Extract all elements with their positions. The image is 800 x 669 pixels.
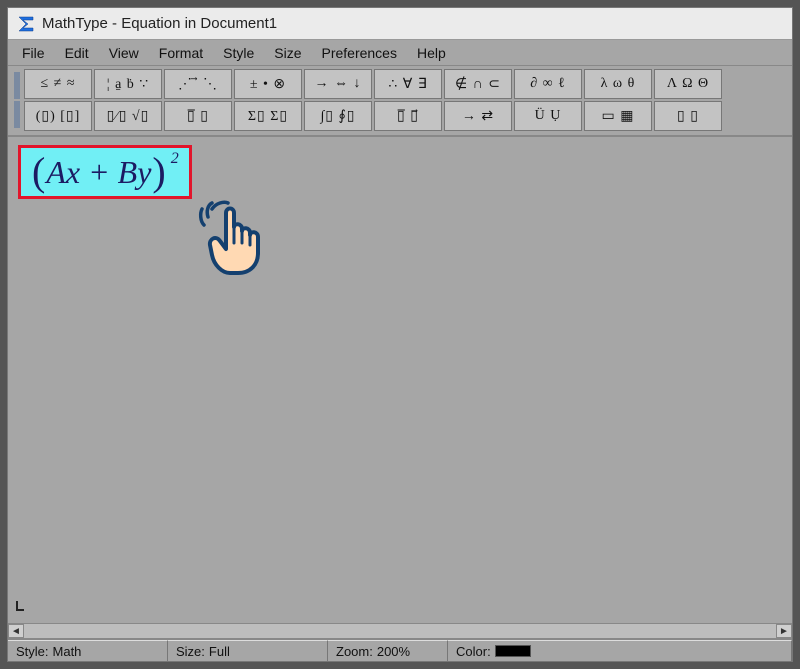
color-swatch: [495, 645, 531, 657]
status-style[interactable]: Style: Math: [8, 640, 168, 661]
palette-boxes[interactable]: ▯ ▯: [654, 101, 722, 131]
menu-style[interactable]: Style: [213, 43, 264, 63]
menu-bar: File Edit View Format Style Size Prefere…: [8, 40, 792, 66]
status-color-label: Color:: [456, 644, 491, 659]
scroll-right-button[interactable]: ►: [776, 624, 792, 638]
palette-integrals[interactable]: ∫▯ ∮▯: [304, 101, 372, 131]
status-size[interactable]: Size: Full: [168, 640, 328, 661]
status-style-value: Math: [53, 644, 82, 659]
status-style-label: Style:: [16, 644, 49, 659]
palette-misc[interactable]: ∂ ∞ ℓ: [514, 69, 582, 99]
menu-file[interactable]: File: [12, 43, 55, 63]
status-color[interactable]: Color:: [448, 640, 792, 661]
palette-fractions[interactable]: ▯⁄▯ √▯: [94, 101, 162, 131]
palette-arrows[interactable]: → ⇔ ↓: [304, 69, 372, 99]
equation-superscript[interactable]: 2: [171, 150, 179, 168]
palette-sums[interactable]: Σ▯ Σ▯: [234, 101, 302, 131]
status-zoom-label: Zoom:: [336, 644, 373, 659]
palette-overbars[interactable]: ▯̅ ▯⃗: [374, 101, 442, 131]
toolbar-grip[interactable]: [12, 69, 22, 131]
palette-subsup[interactable]: ▯̅ ▯: [164, 101, 232, 131]
toolbar-area: ≤ ≠ ≈ ¦ a̱ ḃ ∵ ⋰ ⃗ ⋱ ± • ⊗ → ⇔ ↓ ∴ ∀ ∃ ∉…: [8, 66, 792, 136]
equation-inner: Ax + By: [46, 154, 151, 191]
status-zoom-value: 200%: [377, 644, 410, 659]
menu-view[interactable]: View: [99, 43, 149, 63]
menu-size[interactable]: Size: [264, 43, 311, 63]
menu-help[interactable]: Help: [407, 43, 456, 63]
palette-embellishments[interactable]: ⋰ ⃗ ⋱: [164, 69, 232, 99]
symbol-palette-row: ≤ ≠ ≈ ¦ a̱ ḃ ∵ ⋰ ⃗ ⋱ ± • ⊗ → ⇔ ↓ ∴ ∀ ∃ ∉…: [24, 69, 722, 99]
palette-greek-lower[interactable]: λ ω θ: [584, 69, 652, 99]
palette-matrices[interactable]: ▭ ▦: [584, 101, 652, 131]
equation-selection[interactable]: ( Ax + By ) 2: [18, 145, 192, 199]
pointing-hand-icon: [198, 197, 270, 277]
palette-labeled-arrows[interactable]: → ⇄: [444, 101, 512, 131]
palette-products[interactable]: Ü Ụ: [514, 101, 582, 131]
palette-relational[interactable]: ≤ ≠ ≈: [24, 69, 92, 99]
palette-greek-upper[interactable]: Λ Ω Θ: [654, 69, 722, 99]
status-size-label: Size:: [176, 644, 205, 659]
palette-fences[interactable]: (▯) [▯]: [24, 101, 92, 131]
menu-preferences[interactable]: Preferences: [311, 43, 406, 63]
template-palette-row: (▯) [▯] ▯⁄▯ √▯ ▯̅ ▯ Σ▯ Σ▯ ∫▯ ∮▯ ▯̅ ▯⃗ → …: [24, 101, 722, 131]
open-paren: (: [31, 152, 46, 192]
menu-format[interactable]: Format: [149, 43, 213, 63]
app-window: MathType - Equation in Document1 File Ed…: [7, 7, 793, 662]
menu-edit[interactable]: Edit: [55, 43, 99, 63]
equation-editor-canvas[interactable]: ( Ax + By ) 2: [8, 136, 792, 623]
window-title: MathType - Equation in Document1: [42, 15, 277, 32]
palette-logical[interactable]: ∴ ∀ ∃: [374, 69, 442, 99]
horizontal-scrollbar[interactable]: ◄ ►: [8, 623, 792, 639]
scroll-left-button[interactable]: ◄: [8, 624, 24, 638]
scroll-track[interactable]: [24, 624, 776, 638]
equation-body[interactable]: ( Ax + By ): [29, 152, 169, 192]
status-zoom[interactable]: Zoom: 200%: [328, 640, 448, 661]
palette-operators[interactable]: ± • ⊗: [234, 69, 302, 99]
title-bar[interactable]: MathType - Equation in Document1: [8, 8, 792, 40]
palette-set-theory[interactable]: ∉ ∩ ⊂: [444, 69, 512, 99]
insertion-caret: [16, 601, 24, 611]
close-paren: ): [151, 152, 166, 192]
app-sigma-icon: [16, 14, 36, 34]
palette-spaces[interactable]: ¦ a̱ ḃ ∵: [94, 69, 162, 99]
status-bar: Style: Math Size: Full Zoom: 200% Color:: [8, 639, 792, 661]
status-size-value: Full: [209, 644, 230, 659]
